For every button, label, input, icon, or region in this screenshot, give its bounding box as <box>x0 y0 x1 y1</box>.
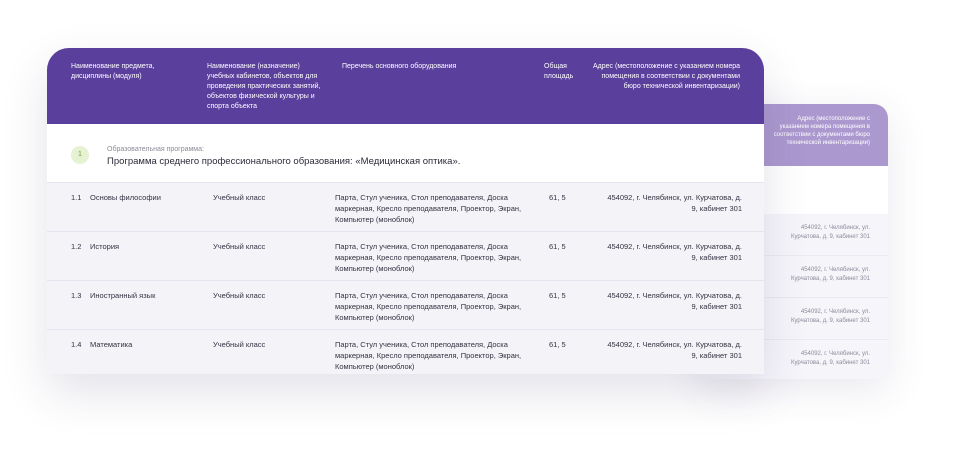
header-room: Наименование (назначение) учебных кабине… <box>207 63 321 110</box>
program-row: 1 Образовательная программа: Программа с… <box>47 124 764 182</box>
row-number: 1.1 <box>71 193 82 202</box>
row-subject: Математика <box>90 340 133 349</box>
row-number: 1.3 <box>71 291 82 300</box>
background-row-address: 454092, г. Челябинск, ул. Курчатова, д. … <box>790 351 870 366</box>
header-equipment: Перечень основного оборудования <box>342 63 457 70</box>
table-row: 1.2 История Учебный класс Парта, Стул уч… <box>47 231 764 280</box>
row-number: 1.4 <box>71 340 82 349</box>
row-area: 61, 5 <box>549 193 566 202</box>
background-row-address: 454092, г. Челябинск, ул. Курчатова, д. … <box>790 225 870 240</box>
table-row: 1.3 Иностранный язык Учебный класс Парта… <box>47 280 764 329</box>
row-subject: Иностранный язык <box>90 291 156 300</box>
row-address: 454092, г. Челябинск, ул. Курчатова, д. … <box>607 291 742 311</box>
header-subject: Наименование предмета, дисциплины (модул… <box>71 63 155 80</box>
row-equipment: Парта, Стул ученика, Стол преподавателя,… <box>335 193 522 224</box>
row-equipment: Парта, Стул ученика, Стол преподавателя,… <box>335 291 522 322</box>
table-header: Наименование предмета, дисциплины (модул… <box>47 48 764 124</box>
header-area: Общая площадь <box>544 63 574 80</box>
row-subject: Основы философии <box>90 193 161 202</box>
program-caption: Образовательная программа: <box>107 146 204 153</box>
header-address: Адрес (местоположение с указанием номера… <box>593 63 740 90</box>
row-area: 61, 5 <box>549 340 566 349</box>
program-number-badge: 1 <box>71 146 89 164</box>
row-address: 454092, г. Челябинск, ул. Курчатова, д. … <box>607 242 742 262</box>
row-address: 454092, г. Челябинск, ул. Курчатова, д. … <box>607 340 742 360</box>
background-header-address: Адрес (местоположение с указанием номера… <box>773 116 870 146</box>
background-row-address: 454092, г. Челябинск, ул. Курчатова, д. … <box>790 267 870 282</box>
background-row-address: 454092, г. Челябинск, ул. Курчатова, д. … <box>790 309 870 324</box>
program-name: Программа среднего профессионального обр… <box>107 156 461 167</box>
row-room: Учебный класс <box>213 291 266 300</box>
row-area: 61, 5 <box>549 291 566 300</box>
table-row: 1.4 Математика Учебный класс Парта, Стул… <box>47 329 764 374</box>
equipment-table-card: Наименование предмета, дисциплины (модул… <box>47 48 764 374</box>
row-address: 454092, г. Челябинск, ул. Курчатова, д. … <box>607 193 742 213</box>
row-equipment: Парта, Стул ученика, Стол преподавателя,… <box>335 340 522 371</box>
row-room: Учебный класс <box>213 242 266 251</box>
table-row: 1.1 Основы философии Учебный класс Парта… <box>47 182 764 231</box>
row-number: 1.2 <box>71 242 82 251</box>
row-area: 61, 5 <box>549 242 566 251</box>
row-subject: История <box>90 242 120 251</box>
row-equipment: Парта, Стул ученика, Стол преподавателя,… <box>335 242 522 273</box>
row-room: Учебный класс <box>213 340 266 349</box>
row-room: Учебный класс <box>213 193 266 202</box>
